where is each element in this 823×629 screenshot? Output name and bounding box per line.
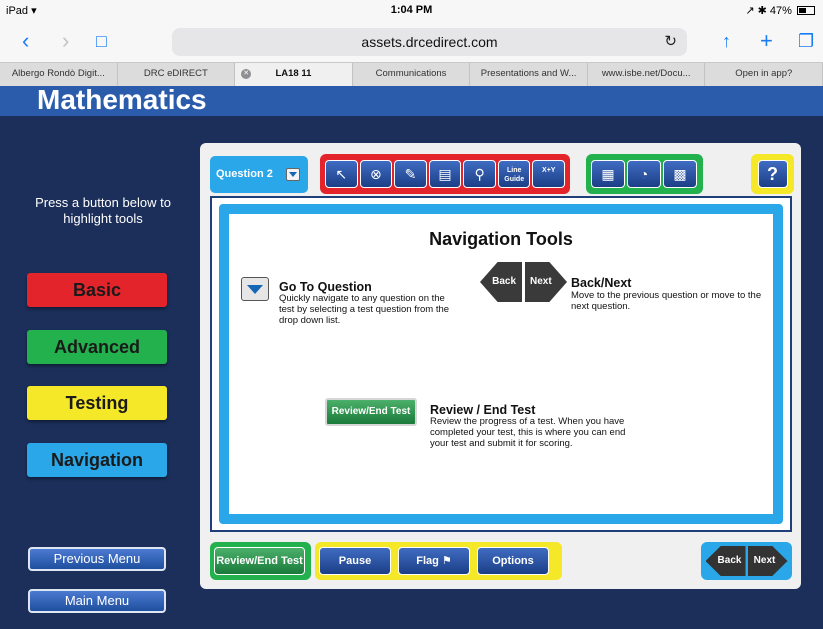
magnifier-icon[interactable]: ⚲: [463, 160, 496, 188]
basic-button[interactable]: Basic: [27, 273, 167, 307]
reload-icon[interactable]: ↻: [664, 28, 677, 56]
question-label: Question 2: [216, 168, 273, 180]
status-bar: iPad ▾ 1:04 PM ↗ ✱ 47%: [0, 0, 823, 22]
help-group: ?: [751, 154, 794, 194]
url-text: assets.drcedirect.com: [361, 34, 498, 50]
navigation-group: Back Next: [701, 542, 792, 580]
flag-button[interactable]: Flag ⚑: [398, 547, 470, 575]
browser-toolbar: ‹ › □ assets.drcedirect.com ↻ ↑ + ❐: [0, 22, 823, 62]
eliminator-icon[interactable]: ⊗: [359, 160, 393, 188]
backnext-title: Back/Next: [571, 276, 632, 290]
tab-la18[interactable]: ✕ LA18 11: [235, 63, 353, 86]
pointer-icon[interactable]: ↖: [325, 160, 358, 188]
instructions-text: Press a button below to highlight tools: [35, 195, 171, 226]
location-icon: ↗: [745, 5, 755, 17]
battery-icon: [797, 6, 815, 15]
tab-communications[interactable]: Communications: [353, 63, 471, 86]
goto-title: Go To Question: [279, 280, 372, 294]
page-title: Mathematics: [37, 84, 207, 115]
tab-isbe[interactable]: www.isbe.net/Docu...: [588, 63, 706, 86]
question-selector[interactable]: Question 2: [210, 156, 308, 193]
pause-button[interactable]: Pause: [319, 547, 391, 575]
next-button[interactable]: Next: [747, 546, 788, 576]
line-guide-icon[interactable]: Line Guide: [497, 160, 531, 188]
tab-albergo[interactable]: Albergo Rondò Digit...: [0, 63, 118, 86]
goto-question-icon: [241, 277, 269, 301]
tab-presentations[interactable]: Presentations and W...: [470, 63, 588, 86]
content-area: [219, 204, 783, 524]
calculator-icon[interactable]: ▦: [591, 160, 625, 188]
tab-open-in-app[interactable]: Open in app?: [705, 63, 823, 86]
review-end-test-icon: Review/End Test: [325, 398, 417, 426]
testing-button[interactable]: Testing: [27, 386, 167, 420]
review-group: Review/End Test: [210, 542, 311, 580]
forward-arrow-icon[interactable]: ›: [62, 28, 69, 54]
battery-indicator: ↗ ✱ 47%: [745, 4, 815, 17]
options-button[interactable]: Options: [477, 547, 549, 575]
flag-icon: ⚑: [441, 555, 452, 567]
back-button[interactable]: Back: [705, 546, 746, 576]
backnext-description: Move to the previous question or move to…: [571, 290, 762, 312]
basic-tools-group: ↖ ⊗ ✎ ▤ ⚲ Line Guide X+Y: [320, 154, 570, 194]
math-tools-group: ▦ ◔ ▩: [586, 154, 703, 194]
grid-icon[interactable]: ▩: [663, 160, 697, 188]
review-end-test-button[interactable]: Review/End Test: [214, 547, 305, 575]
bluetooth-icon: ✱: [757, 5, 767, 17]
share-icon[interactable]: ↑: [722, 28, 731, 54]
content-title: Navigation Tools: [429, 229, 573, 249]
clock: 1:04 PM: [390, 4, 433, 16]
testing-tools-group: Pause Flag ⚑ Options: [315, 542, 562, 580]
chevron-down-icon[interactable]: [286, 168, 300, 181]
close-tab-icon[interactable]: ✕: [241, 69, 252, 79]
goto-description: Quickly navigate to any question on the …: [279, 293, 450, 326]
navigation-button[interactable]: Navigation: [27, 443, 167, 477]
main-menu-button[interactable]: Main Menu: [28, 589, 166, 613]
help-button[interactable]: ?: [757, 160, 788, 188]
protractor-icon[interactable]: ◔: [627, 160, 661, 188]
previous-menu-button[interactable]: Previous Menu: [28, 547, 166, 571]
advanced-button[interactable]: Advanced: [27, 330, 167, 364]
tabs-icon[interactable]: ❐: [798, 28, 814, 54]
bookmarks-icon[interactable]: □: [96, 28, 107, 54]
review-title: Review / End Test: [430, 403, 536, 417]
new-tab-icon[interactable]: +: [760, 28, 773, 54]
address-bar[interactable]: assets.drcedirect.com ↻: [172, 28, 687, 56]
review-description: Review the progress of a test. When you …: [430, 416, 626, 449]
notepad-icon[interactable]: ▤: [428, 160, 462, 188]
formula-icon[interactable]: X+Y: [532, 160, 566, 188]
tab-drc-edirect[interactable]: DRC eDIRECT: [118, 63, 236, 86]
back-arrow-icon[interactable]: ‹: [22, 28, 29, 54]
highlighter-icon[interactable]: ✎: [394, 160, 427, 188]
browser-tabs: Albergo Rondò Digit... DRC eDIRECT ✕ LA18…: [0, 62, 823, 86]
